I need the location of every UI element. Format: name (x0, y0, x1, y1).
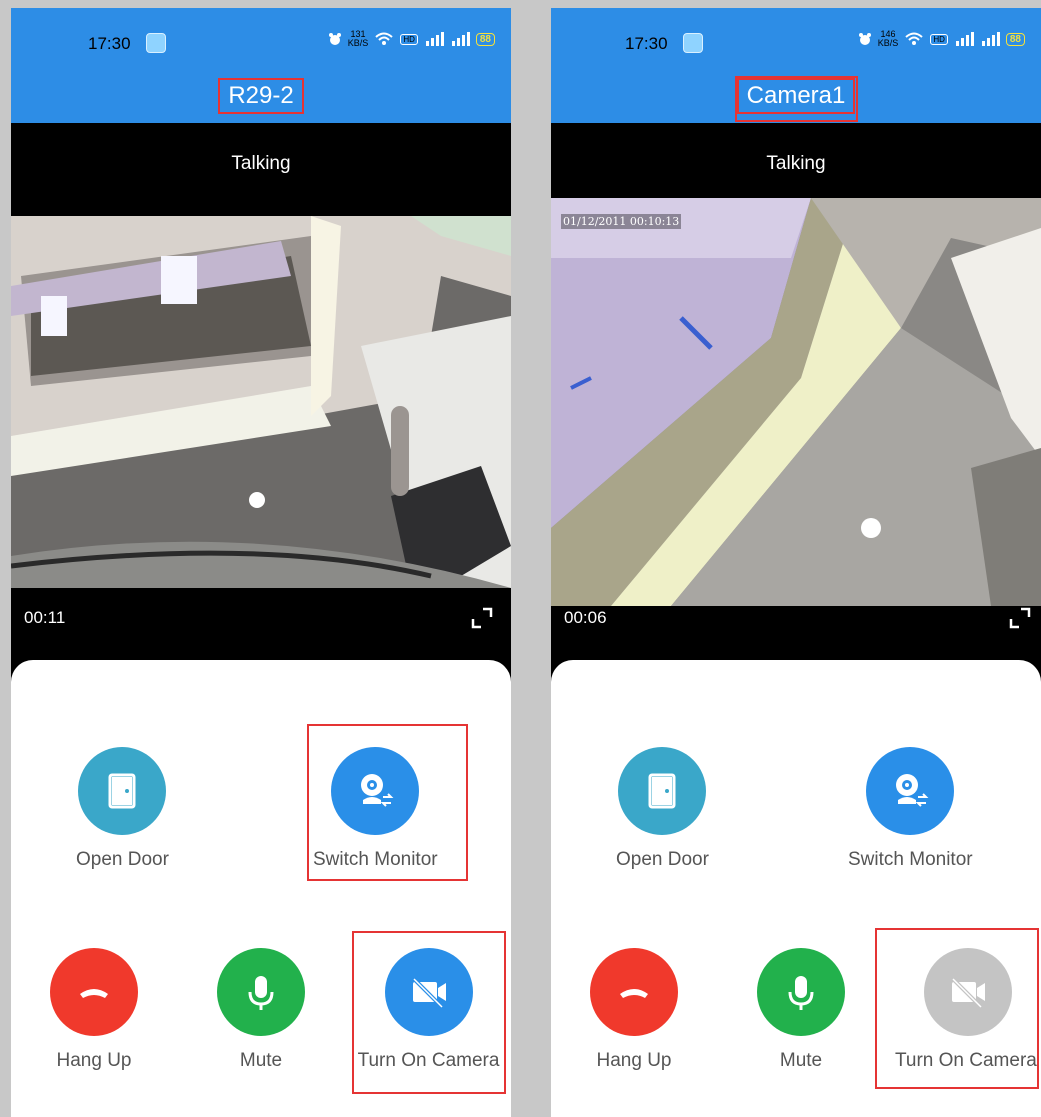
hang-up-button[interactable]: Hang Up (590, 948, 678, 1072)
notification-app-icon (146, 33, 166, 53)
alarm-icon (328, 33, 341, 45)
video-timestamp: 01/12/2011 00:10:13 (561, 214, 682, 229)
highlight-title-right (735, 76, 858, 122)
switch-monitor-label: Switch Monitor (848, 849, 973, 870)
call-state: Talking (766, 153, 826, 174)
door-icon (618, 747, 707, 835)
hang-up-label: Hang Up (596, 1050, 672, 1071)
highlight-camera-left (352, 931, 506, 1094)
notification-app-icon (683, 33, 703, 53)
call-timer: 00:11 (24, 608, 66, 627)
switch-monitor-button[interactable]: Switch Monitor (848, 747, 973, 871)
mute-button[interactable]: Mute (217, 948, 305, 1072)
open-door-label: Open Door (76, 849, 169, 870)
open-door-button[interactable]: Open Door (616, 747, 709, 871)
battery-level: 88 (475, 32, 495, 46)
network-speed: 146 KB/S (877, 29, 899, 48)
open-door-label: Open Door (616, 849, 709, 870)
hd-voice-badge: HD (930, 33, 948, 45)
alarm-icon (858, 33, 871, 45)
hang-up-icon (590, 948, 678, 1036)
wifi-icon (905, 32, 923, 45)
highlight-switch-monitor-left (307, 724, 468, 881)
door-icon (78, 747, 167, 835)
hang-up-label: Hang Up (56, 1050, 132, 1071)
top-bar: 17:30 131 KB/S HD 88 R29-2 (11, 8, 511, 123)
video-feed[interactable] (11, 216, 511, 588)
status-time: 17:30 (88, 34, 131, 53)
signal-4g-icon (955, 32, 974, 46)
call-view: Talking 01/12/2011 00:10:13 00:06 (551, 123, 1041, 683)
signal-5g-icon (451, 32, 470, 46)
network-speed: 131 KB/S (347, 29, 369, 48)
fullscreen-icon[interactable] (1009, 607, 1031, 629)
call-timer: 00:06 (564, 608, 607, 627)
camera-image (11, 216, 511, 588)
call-state: Talking (231, 153, 291, 174)
call-view: Talking 00:11 (11, 123, 511, 683)
microphone-icon (757, 948, 845, 1036)
hd-voice-badge: HD (400, 33, 418, 45)
wifi-icon (375, 32, 393, 45)
highlight-camera-right (875, 928, 1039, 1089)
switch-monitor-icon (866, 747, 955, 835)
status-icons: 146 KB/S HD 88 (858, 30, 1025, 48)
mute-label: Mute (779, 1050, 823, 1071)
mute-button[interactable]: Mute (757, 948, 845, 1072)
mute-label: Mute (239, 1050, 283, 1071)
hang-up-button[interactable]: Hang Up (50, 948, 138, 1072)
open-door-button[interactable]: Open Door (76, 747, 169, 871)
camera-image (551, 198, 1041, 606)
signal-5g-icon (981, 32, 1000, 46)
battery-level: 88 (1005, 32, 1025, 46)
video-feed[interactable]: 01/12/2011 00:10:13 (551, 198, 1041, 606)
status-time: 17:30 (625, 34, 668, 53)
status-icons: 131 KB/S HD 88 (328, 30, 495, 48)
fullscreen-icon[interactable] (471, 607, 493, 629)
device-title: R29-2 (11, 78, 511, 114)
microphone-icon (217, 948, 305, 1036)
hang-up-icon (50, 948, 138, 1036)
signal-4g-icon (425, 32, 444, 46)
